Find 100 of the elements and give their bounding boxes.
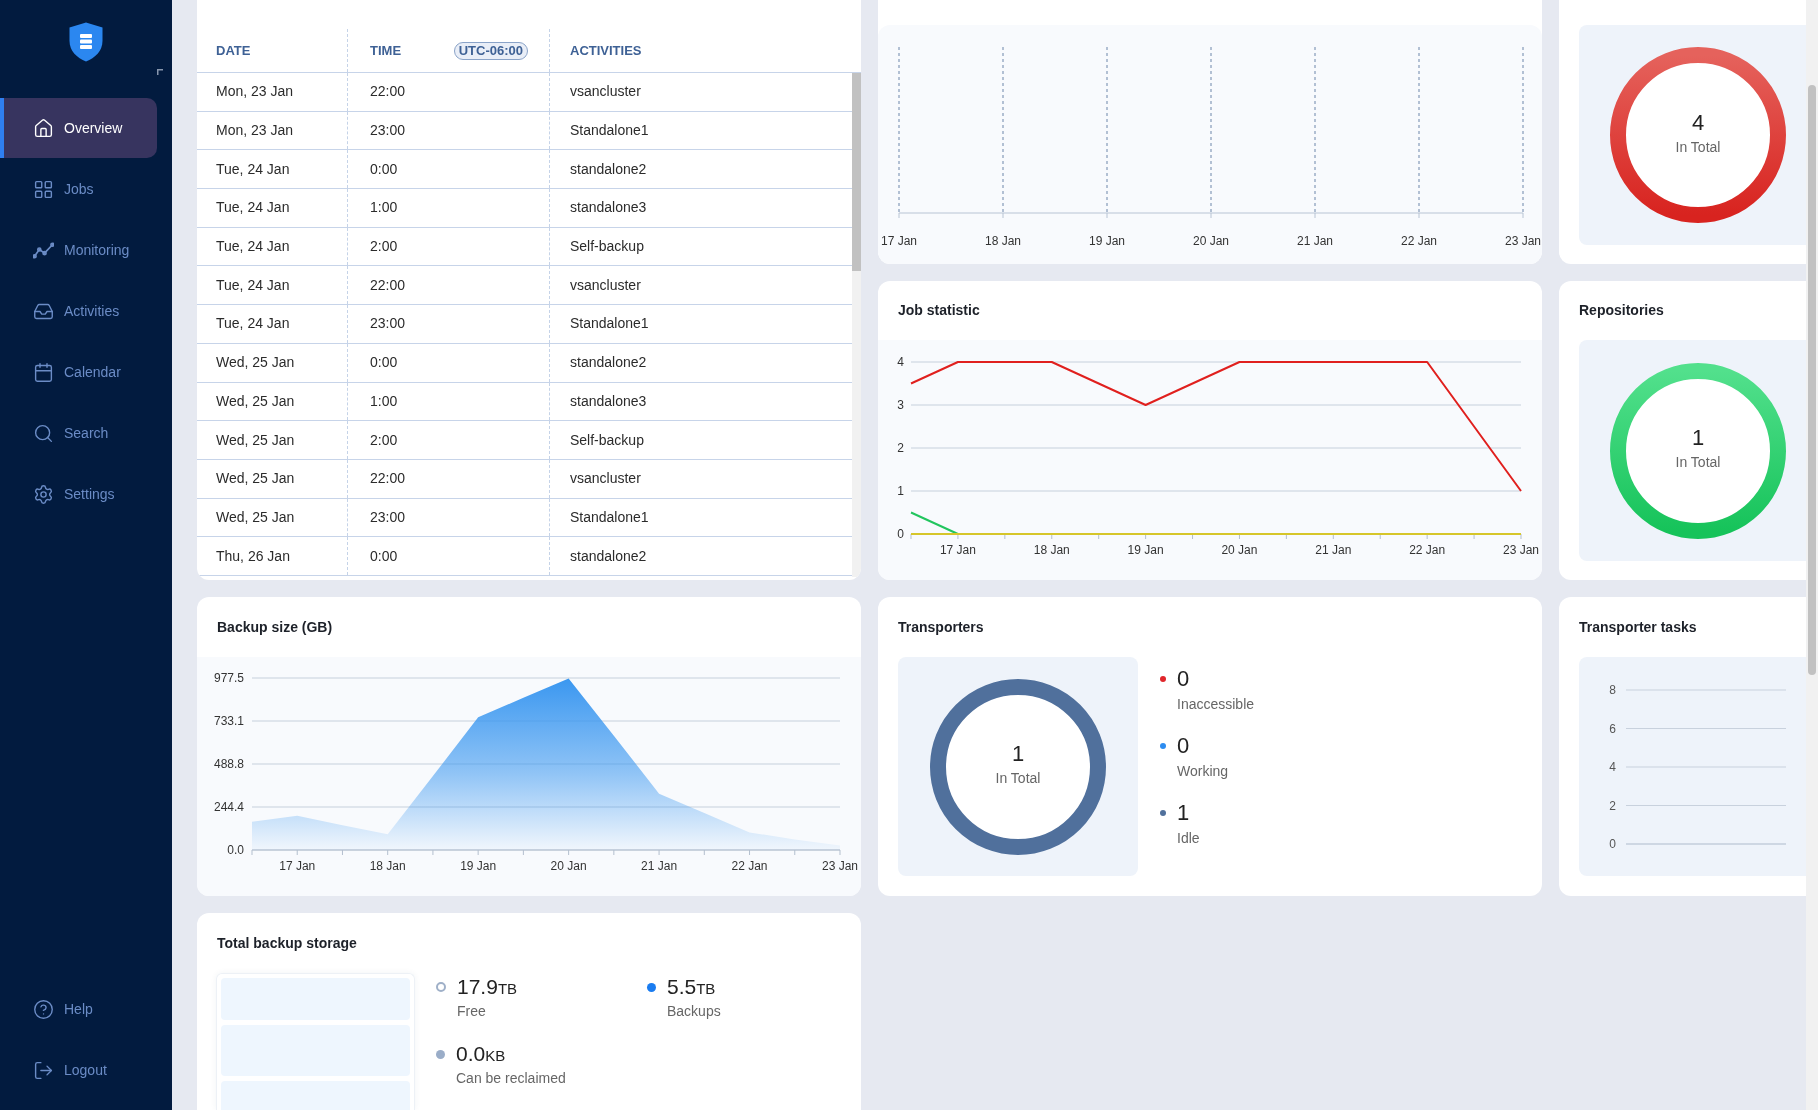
card-title: Repositories <box>1579 301 1664 320</box>
storage-unit: TB <box>696 979 716 999</box>
table-cell: 2:00 <box>348 421 550 459</box>
storage-label: Can be reclaimed <box>456 1069 566 1087</box>
table-cell: Tue, 24 Jan <box>197 227 348 266</box>
total-count: 1 <box>1011 742 1025 766</box>
table-cell: 1:00 <box>348 189 550 227</box>
table-cell-text: standalone2 <box>569 159 648 179</box>
axis-label: 18 Jan <box>369 859 406 873</box>
table-cell-text: Standalone1 <box>569 121 650 141</box>
nav-item[interactable]: Overview <box>0 98 157 158</box>
calendar-icon <box>33 361 54 383</box>
table-cell: 0:00 <box>348 537 550 575</box>
nav-item[interactable]: Monitoring <box>0 220 157 280</box>
table-cell-text: standalone3 <box>569 391 648 411</box>
table-cell: 22:00 <box>348 459 550 498</box>
nav-item[interactable]: Jobs <box>0 159 157 219</box>
scrollbar-thumb[interactable] <box>1808 85 1816 675</box>
total-label: In Total <box>1675 453 1721 471</box>
storage-label: Free <box>457 1002 487 1020</box>
axis-label: 18 Jan <box>985 234 1021 248</box>
table-cell-text: vsancluster <box>569 469 642 489</box>
table-cell: Tue, 24 Jan <box>197 150 348 189</box>
scrollbar-thumb[interactable] <box>852 73 861 271</box>
table-cell: 23:00 <box>348 498 550 537</box>
legend-label: Idle <box>1177 829 1200 847</box>
table-cell: 2:00 <box>348 227 550 266</box>
table-cell-text: standalone2 <box>569 546 648 566</box>
axis-label: 0 <box>897 527 904 541</box>
table-cell: Tue, 24 Jan <box>197 305 348 343</box>
column-header: TIME <box>370 41 402 60</box>
nav-item[interactable]: Help <box>0 979 157 1039</box>
corner-icon[interactable] <box>157 69 163 75</box>
axis-label: 22 Jan <box>1401 234 1437 248</box>
axis-label: 0.0 <box>227 843 244 857</box>
table-cell: Mon, 23 Jan <box>197 111 348 150</box>
table-cell: 23:00 <box>348 111 550 150</box>
card-title: Backup size (GB) <box>217 617 333 637</box>
axis-label: 17 Jan <box>939 543 976 557</box>
table-cell: 23:00 <box>348 305 550 343</box>
table-cell: Wed, 25 Jan <box>197 421 348 459</box>
axis-label: 19 Jan <box>1089 234 1125 248</box>
table-cell-text: standalone3 <box>569 198 648 218</box>
table-cell-text: vsancluster <box>569 82 642 102</box>
nav-item[interactable]: Calendar <box>0 342 157 402</box>
axis-label: 17 Jan <box>881 234 917 248</box>
legend-value: 0 <box>1177 666 1191 692</box>
axis-label: 4 <box>1609 760 1616 774</box>
card-title: Job statistic <box>898 301 980 320</box>
axis-label: 244.4 <box>213 800 244 814</box>
axis-label: 8 <box>1609 683 1616 697</box>
home-icon <box>33 117 54 139</box>
legend-value: 1 <box>1177 800 1191 826</box>
card-title: Transporters <box>898 617 984 637</box>
axis-label: 21 Jan <box>1297 234 1333 248</box>
table-cell: 22:00 <box>348 73 550 111</box>
axis-label: 22 Jan <box>731 859 768 873</box>
axis-label: 1 <box>897 484 904 498</box>
table-cell-text: Self-backup <box>569 430 645 450</box>
column-header: DATE <box>216 41 251 60</box>
table-cell: 22:00 <box>348 266 550 305</box>
table-cell: Wed, 25 Jan <box>197 343 348 382</box>
axis-label: 4 <box>897 355 904 369</box>
axis-label: 18 Jan <box>1033 543 1070 557</box>
nav-item[interactable]: Activities <box>0 281 157 341</box>
storage-value: 0.0 <box>456 1041 486 1067</box>
nav-item[interactable]: Search <box>0 403 157 463</box>
axis-label: 488.8 <box>213 757 244 771</box>
axis-label: 23 Jan <box>822 859 858 873</box>
table-cell: Tue, 24 Jan <box>197 189 348 227</box>
table-cell-text: Standalone1 <box>569 314 650 334</box>
axis-label: 20 Jan <box>550 859 587 873</box>
storage-label: Backups <box>667 1002 721 1020</box>
table-cell: Wed, 25 Jan <box>197 498 348 537</box>
total-label: In Total <box>1675 137 1721 156</box>
table-cell-text: Self-backup <box>569 237 645 257</box>
search-icon <box>33 422 54 444</box>
axis-label: 2 <box>1609 798 1616 813</box>
column-header: ACTIVITIES <box>570 41 642 60</box>
total-label: In Total <box>995 769 1041 787</box>
table-cell: Mon, 23 Jan <box>197 73 348 111</box>
logout-icon <box>33 1059 54 1081</box>
axis-label: 0 <box>1609 837 1616 851</box>
table-cell: 1:00 <box>348 382 550 421</box>
card-title: Total backup storage <box>217 933 357 953</box>
axis-label: 23 Jan <box>1505 234 1541 248</box>
axis-label: 2 <box>897 441 904 455</box>
legend-label: Working <box>1177 762 1229 780</box>
axis-label: 17 Jan <box>279 859 316 873</box>
axis-label: 20 Jan <box>1221 543 1258 557</box>
table-cell: Wed, 25 Jan <box>197 382 348 421</box>
table-cell-text: vsancluster <box>569 275 642 295</box>
help-icon <box>33 998 54 1020</box>
axis-label: 21 Jan <box>1315 543 1352 557</box>
line-chart-icon <box>33 239 54 261</box>
axis-label: 733.1 <box>213 714 244 728</box>
timezone-badge: UTC-06:00 <box>453 41 528 60</box>
storage-value: 5.5 <box>667 974 697 1000</box>
nav-item[interactable]: Settings <box>0 464 157 524</box>
nav-item[interactable]: Logout <box>0 1040 157 1100</box>
